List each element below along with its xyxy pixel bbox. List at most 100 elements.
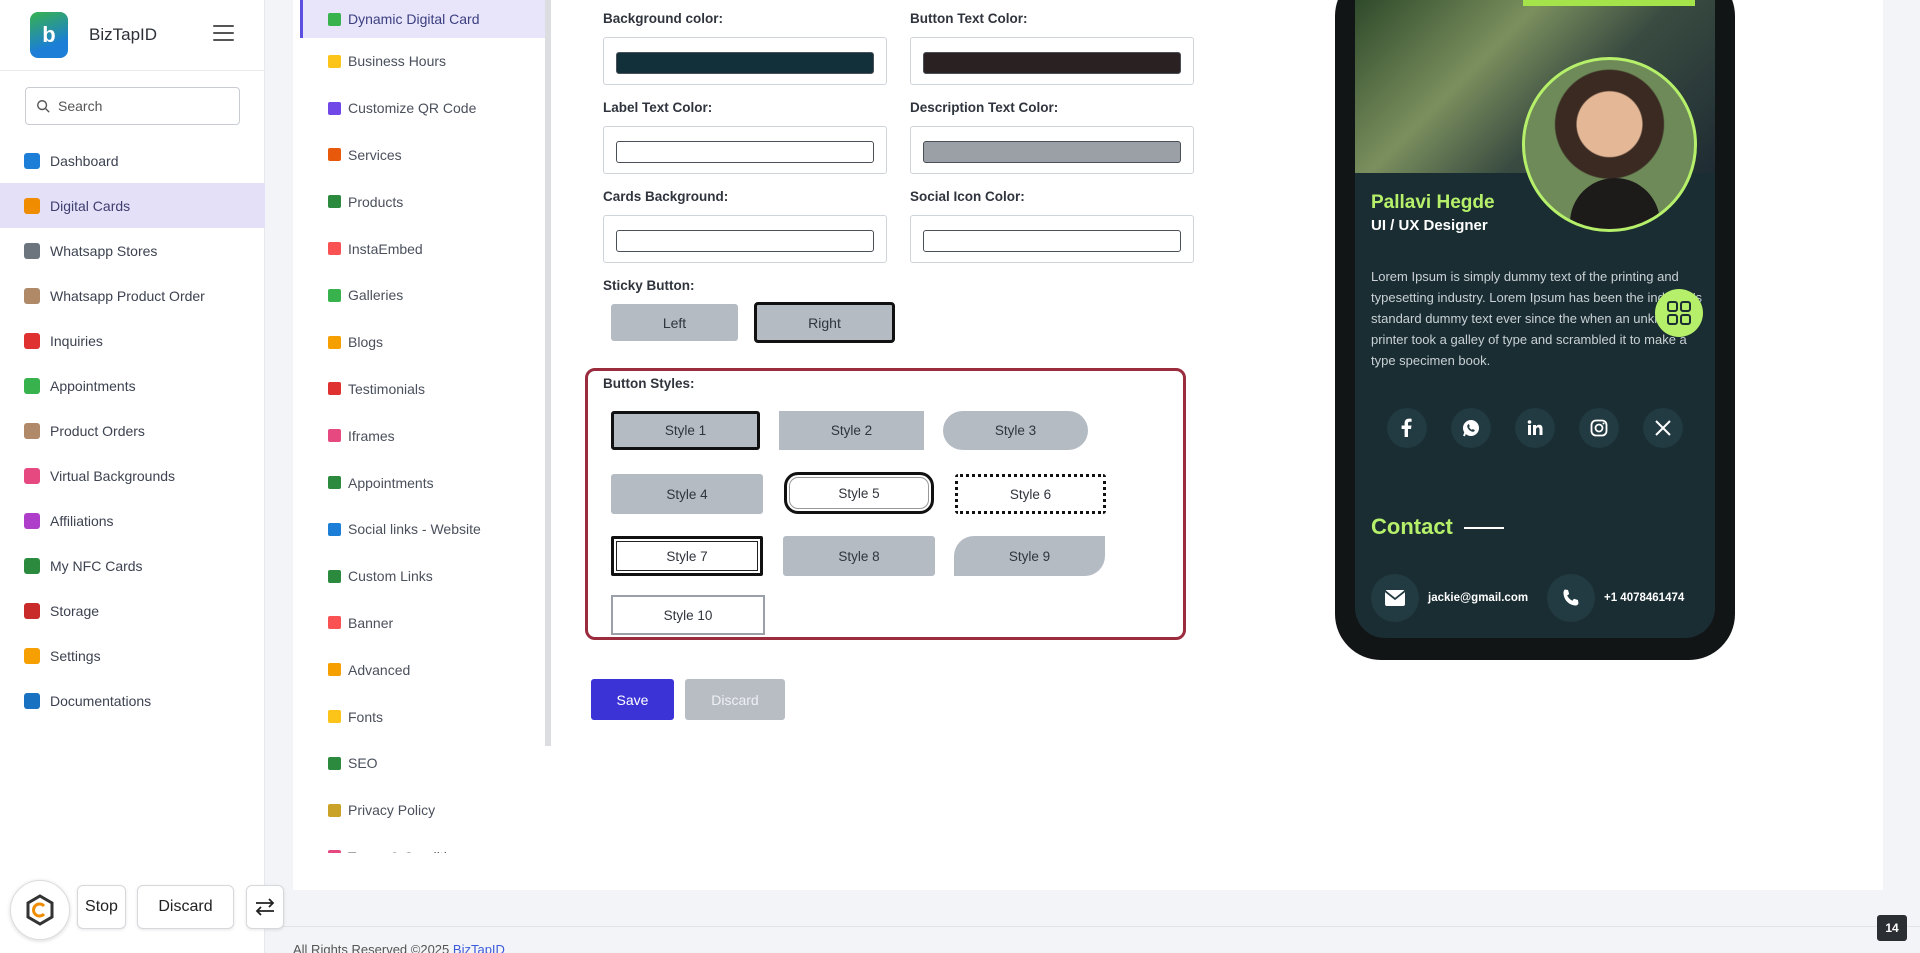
submenu-item-label: Customize QR Code — [348, 100, 477, 117]
linkedin-icon[interactable] — [1515, 408, 1555, 448]
save-button[interactable]: Save — [591, 679, 674, 720]
whatsapp-icon[interactable] — [1451, 408, 1491, 448]
stop-button[interactable]: Stop — [77, 885, 126, 929]
label-text-color-swatch[interactable] — [616, 141, 874, 163]
sidebar-item-documentations[interactable]: Documentations — [0, 678, 265, 723]
discard-button[interactable]: Discard — [685, 679, 785, 720]
submenu-item-label: Products — [348, 193, 404, 210]
wrench-icon — [328, 148, 341, 162]
sidebar-item-settings[interactable]: Settings — [0, 633, 265, 678]
submenu-item-terms-conditions[interactable]: Terms & Conditions — [300, 834, 548, 853]
sticky-left-button[interactable]: Left — [611, 304, 738, 341]
submenu-item-label: Privacy Policy — [348, 802, 436, 819]
submenu-item-label: Dynamic Digital Card — [348, 11, 480, 27]
sidebar-item-whatsapp-product-order[interactable]: Whatsapp Product Order — [0, 273, 265, 318]
background-color-swatch[interactable] — [616, 52, 874, 74]
sidebar-item-my-nfc-cards[interactable]: My NFC Cards — [0, 543, 265, 588]
sticky-right-button[interactable]: Right — [754, 302, 895, 343]
instagram-icon[interactable] — [1579, 408, 1619, 448]
submenu-item-testimonials[interactable]: Testimonials — [300, 366, 548, 413]
style-8-button[interactable]: Style 8 — [783, 536, 935, 576]
calendar-icon — [24, 377, 40, 394]
submenu-item-business-hours[interactable]: Business Hours — [300, 38, 548, 85]
clock-icon — [328, 54, 341, 68]
submenu-item-instaembed[interactable]: InstaEmbed — [300, 225, 548, 272]
submenu-item-customize-qr-code[interactable]: Customize QR Code — [300, 85, 548, 132]
cards-background-label: Cards Background: — [603, 189, 729, 204]
sidebar-item-label: Whatsapp Product Order — [50, 287, 205, 304]
facebook-icon[interactable] — [1387, 408, 1427, 448]
submenu-item-advanced[interactable]: Advanced — [300, 646, 548, 693]
sidebar-item-appointments[interactable]: Appointments — [0, 363, 265, 408]
box-icon — [24, 422, 40, 439]
submenu-item-blogs[interactable]: Blogs — [300, 319, 548, 366]
submenu-item-label: InstaEmbed — [348, 240, 423, 257]
button-text-color-swatch[interactable] — [923, 52, 1181, 74]
cards-background-swatch[interactable] — [616, 230, 874, 252]
submenu-item-appointments[interactable]: Appointments — [300, 459, 548, 506]
sidebar-item-label: Affiliations — [50, 512, 114, 529]
style-3-button[interactable]: Style 3 — [943, 411, 1088, 450]
magnifier-icon — [328, 756, 341, 770]
contact-phone[interactable]: +1 4078461474 — [1547, 574, 1684, 622]
submenu-item-label: Iframes — [348, 427, 395, 444]
grid-menu-icon[interactable] — [1655, 289, 1703, 337]
submenu-item-seo[interactable]: SEO — [300, 740, 548, 787]
sidebar-item-inquiries[interactable]: Inquiries — [0, 318, 265, 363]
sidebar-item-product-orders[interactable]: Product Orders — [0, 408, 265, 453]
contact-heading: Contact — [1371, 514, 1453, 539]
sidebar-item-affiliations[interactable]: Affiliations — [0, 498, 265, 543]
layers-icon — [24, 512, 40, 529]
submenu-item-custom-links[interactable]: Custom Links — [300, 553, 548, 600]
card-preview-screen: Pallavi Hegde UI / UX Designer Lorem Ips… — [1355, 0, 1715, 638]
swap-arrows-icon[interactable] — [246, 885, 284, 929]
sidebar-item-digital-cards[interactable]: Digital Cards — [0, 183, 265, 228]
social-icon-color-swatch[interactable] — [923, 230, 1181, 252]
sidebar-item-whatsapp-stores[interactable]: Whatsapp Stores — [0, 228, 265, 273]
submenu-item-dynamic-digital-card[interactable]: Dynamic Digital Card — [300, 0, 548, 38]
submenu-item-label: Galleries — [348, 287, 404, 304]
sidebar-item-label: Product Orders — [50, 422, 145, 439]
x-icon[interactable] — [1643, 408, 1683, 448]
sidebar-item-storage[interactable]: Storage — [0, 588, 265, 633]
style-1-button[interactable]: Style 1 — [611, 411, 760, 450]
brand[interactable]: b BizTapID — [30, 12, 157, 58]
sidebar-item-dashboard[interactable]: Dashboard — [0, 138, 265, 183]
submenu-item-products[interactable]: Products — [300, 178, 548, 225]
description-text-color-swatch[interactable] — [923, 141, 1181, 163]
sidebar-item-label: Whatsapp Stores — [50, 242, 158, 259]
submenu-item-banner[interactable]: Banner — [300, 600, 548, 647]
terms-icon — [328, 850, 341, 853]
preview-role: UI / UX Designer — [1371, 217, 1488, 234]
submenu-scrollbar[interactable] — [545, 0, 551, 746]
sidebar-item-virtual-backgrounds[interactable]: Virtual Backgrounds — [0, 453, 265, 498]
overlay-discard-button[interactable]: Discard — [137, 885, 234, 929]
submenu-item-social-links-website[interactable]: Social links - Website — [300, 506, 548, 553]
style-10-button[interactable]: Style 10 — [611, 595, 765, 635]
submenu-item-iframes[interactable]: Iframes — [300, 412, 548, 459]
search-input[interactable] — [58, 98, 228, 114]
hamburger-menu-icon[interactable] — [213, 25, 234, 41]
style-9-button[interactable]: Style 9 — [954, 536, 1105, 576]
brand-logo-icon: b — [30, 12, 68, 58]
submenu-item-fonts[interactable]: Fonts — [300, 693, 548, 740]
banner-icon — [328, 616, 341, 630]
contact-email[interactable]: jackie@gmail.com — [1371, 574, 1528, 622]
storage-icon — [24, 602, 40, 619]
style-4-button[interactable]: Style 4 — [611, 474, 763, 514]
footer-brand-link[interactable]: BizTapID — [453, 942, 505, 953]
submenu-item-privacy-policy[interactable]: Privacy Policy — [300, 787, 548, 834]
submenu-item-services[interactable]: Services — [300, 132, 548, 179]
submenu-item-label: Advanced — [348, 661, 411, 678]
contact-phone-text: +1 4078461474 — [1604, 592, 1685, 604]
sidebar-item-label: Storage — [50, 602, 100, 619]
gears-icon — [328, 663, 341, 677]
submenu-item-galleries[interactable]: Galleries — [300, 272, 548, 319]
style-6-button[interactable]: Style 6 — [955, 474, 1106, 514]
recorder-logo-icon[interactable] — [10, 880, 70, 940]
page-number-badge: 14 — [1877, 915, 1907, 941]
submenu-item-label: Appointments — [348, 474, 434, 491]
style-2-button[interactable]: Style 2 — [779, 411, 924, 450]
style-7-button[interactable]: Style 7 — [611, 536, 763, 576]
style-5-button[interactable]: Style 5 — [784, 472, 934, 514]
